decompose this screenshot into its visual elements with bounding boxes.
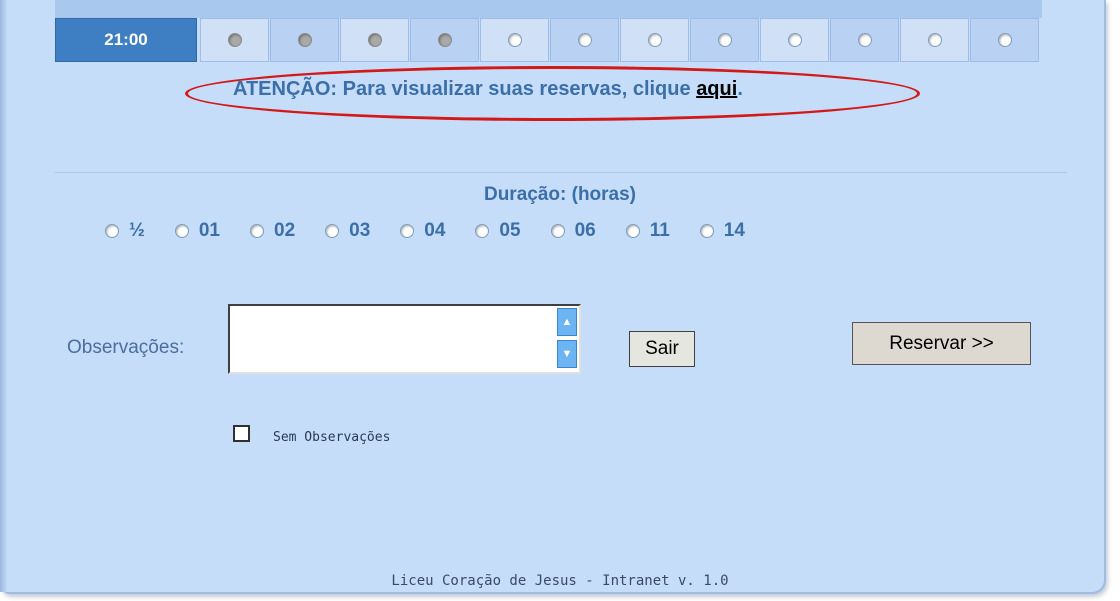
- time-slot: [550, 18, 619, 62]
- duration-radio[interactable]: [625, 224, 640, 238]
- duration-option[interactable]: 03: [325, 220, 370, 242]
- duration-label: 01: [198, 220, 220, 241]
- scroll-up-icon[interactable]: ▲: [557, 308, 577, 336]
- panel-left-edge: [0, 0, 8, 592]
- no-observations-checkbox[interactable]: [233, 425, 250, 442]
- duration-label: 06: [574, 220, 596, 241]
- duration-radio[interactable]: [699, 224, 714, 238]
- textarea-scrollbar[interactable]: ▲ ▼: [557, 308, 577, 370]
- duration-title: Duração: (horas): [483, 184, 637, 205]
- observations-label: Observações:: [67, 337, 185, 358]
- duration-option[interactable]: 05: [475, 220, 521, 242]
- time-slot-radio: [227, 33, 242, 47]
- reservations-notice: ATENÇÃO: Para visualizar suas reservas, …: [233, 78, 743, 101]
- time-slot-radio: [367, 33, 382, 47]
- time-slot-radio[interactable]: [787, 33, 802, 47]
- section-divider: [55, 172, 1067, 173]
- notice-suffix: .: [737, 78, 743, 100]
- schedule-row-top-band: [55, 0, 1042, 18]
- duration-options: ½ 01 02 03 04 05 06 11 14: [105, 220, 775, 242]
- time-slot: [340, 18, 409, 62]
- duration-label: 04: [424, 220, 446, 241]
- duration-radio[interactable]: [475, 224, 490, 238]
- duration-label: 03: [349, 220, 371, 241]
- time-slot: [900, 18, 969, 62]
- time-slot: [690, 18, 759, 62]
- duration-label: ½: [129, 220, 145, 241]
- time-slot-radio[interactable]: [647, 33, 662, 47]
- time-slot: [410, 18, 479, 62]
- no-observations-label: Sem Observações: [273, 430, 391, 445]
- duration-label: 11: [649, 220, 670, 241]
- time-slot-radio: [297, 33, 312, 47]
- duration-radio[interactable]: [400, 224, 415, 238]
- time-cell: 21:00: [55, 18, 197, 62]
- duration-radio[interactable]: [174, 224, 189, 238]
- time-slot: [830, 18, 899, 62]
- duration-option[interactable]: ½: [105, 220, 145, 242]
- footer-text: Liceu Coração de Jesus - Intranet v. 1.0: [391, 573, 729, 589]
- time-slot: [760, 18, 829, 62]
- time-slot: [480, 18, 549, 62]
- duration-radio[interactable]: [250, 224, 264, 238]
- time-slot: [200, 18, 269, 62]
- duration-option[interactable]: 02: [250, 220, 295, 242]
- time-slot: [970, 18, 1039, 62]
- duration-option[interactable]: 04: [400, 220, 445, 242]
- time-slot-radio[interactable]: [717, 33, 732, 47]
- duration-label: 14: [723, 220, 745, 241]
- scroll-down-icon[interactable]: ▼: [557, 340, 577, 368]
- duration-radio[interactable]: [325, 224, 340, 238]
- time-slot-radio[interactable]: [997, 33, 1012, 47]
- duration-radio[interactable]: [550, 224, 565, 238]
- duration-option[interactable]: 01: [174, 220, 220, 242]
- time-slot-radio[interactable]: [577, 33, 592, 47]
- time-slot-radio[interactable]: [857, 33, 872, 47]
- duration-radio[interactable]: [105, 224, 119, 238]
- duration-option[interactable]: 11: [625, 220, 670, 242]
- exit-button[interactable]: Sair: [629, 331, 695, 367]
- time-slot-radio[interactable]: [927, 33, 942, 47]
- notice-text: ATENÇÃO: Para visualizar suas reservas, …: [233, 78, 697, 100]
- time-slot: [620, 18, 689, 62]
- duration-label: 05: [499, 220, 521, 241]
- time-slot-radio[interactable]: [507, 33, 522, 47]
- observations-input[interactable]: ▲ ▼: [228, 304, 581, 374]
- time-slot: [270, 18, 339, 62]
- duration-label: 02: [274, 220, 296, 241]
- duration-option[interactable]: 14: [699, 220, 745, 242]
- duration-option[interactable]: 06: [550, 220, 596, 242]
- slot-list: [200, 18, 1040, 62]
- reservations-link[interactable]: aqui: [696, 78, 737, 100]
- reserve-button[interactable]: Reservar >>: [852, 322, 1031, 365]
- time-slot-radio: [437, 33, 452, 47]
